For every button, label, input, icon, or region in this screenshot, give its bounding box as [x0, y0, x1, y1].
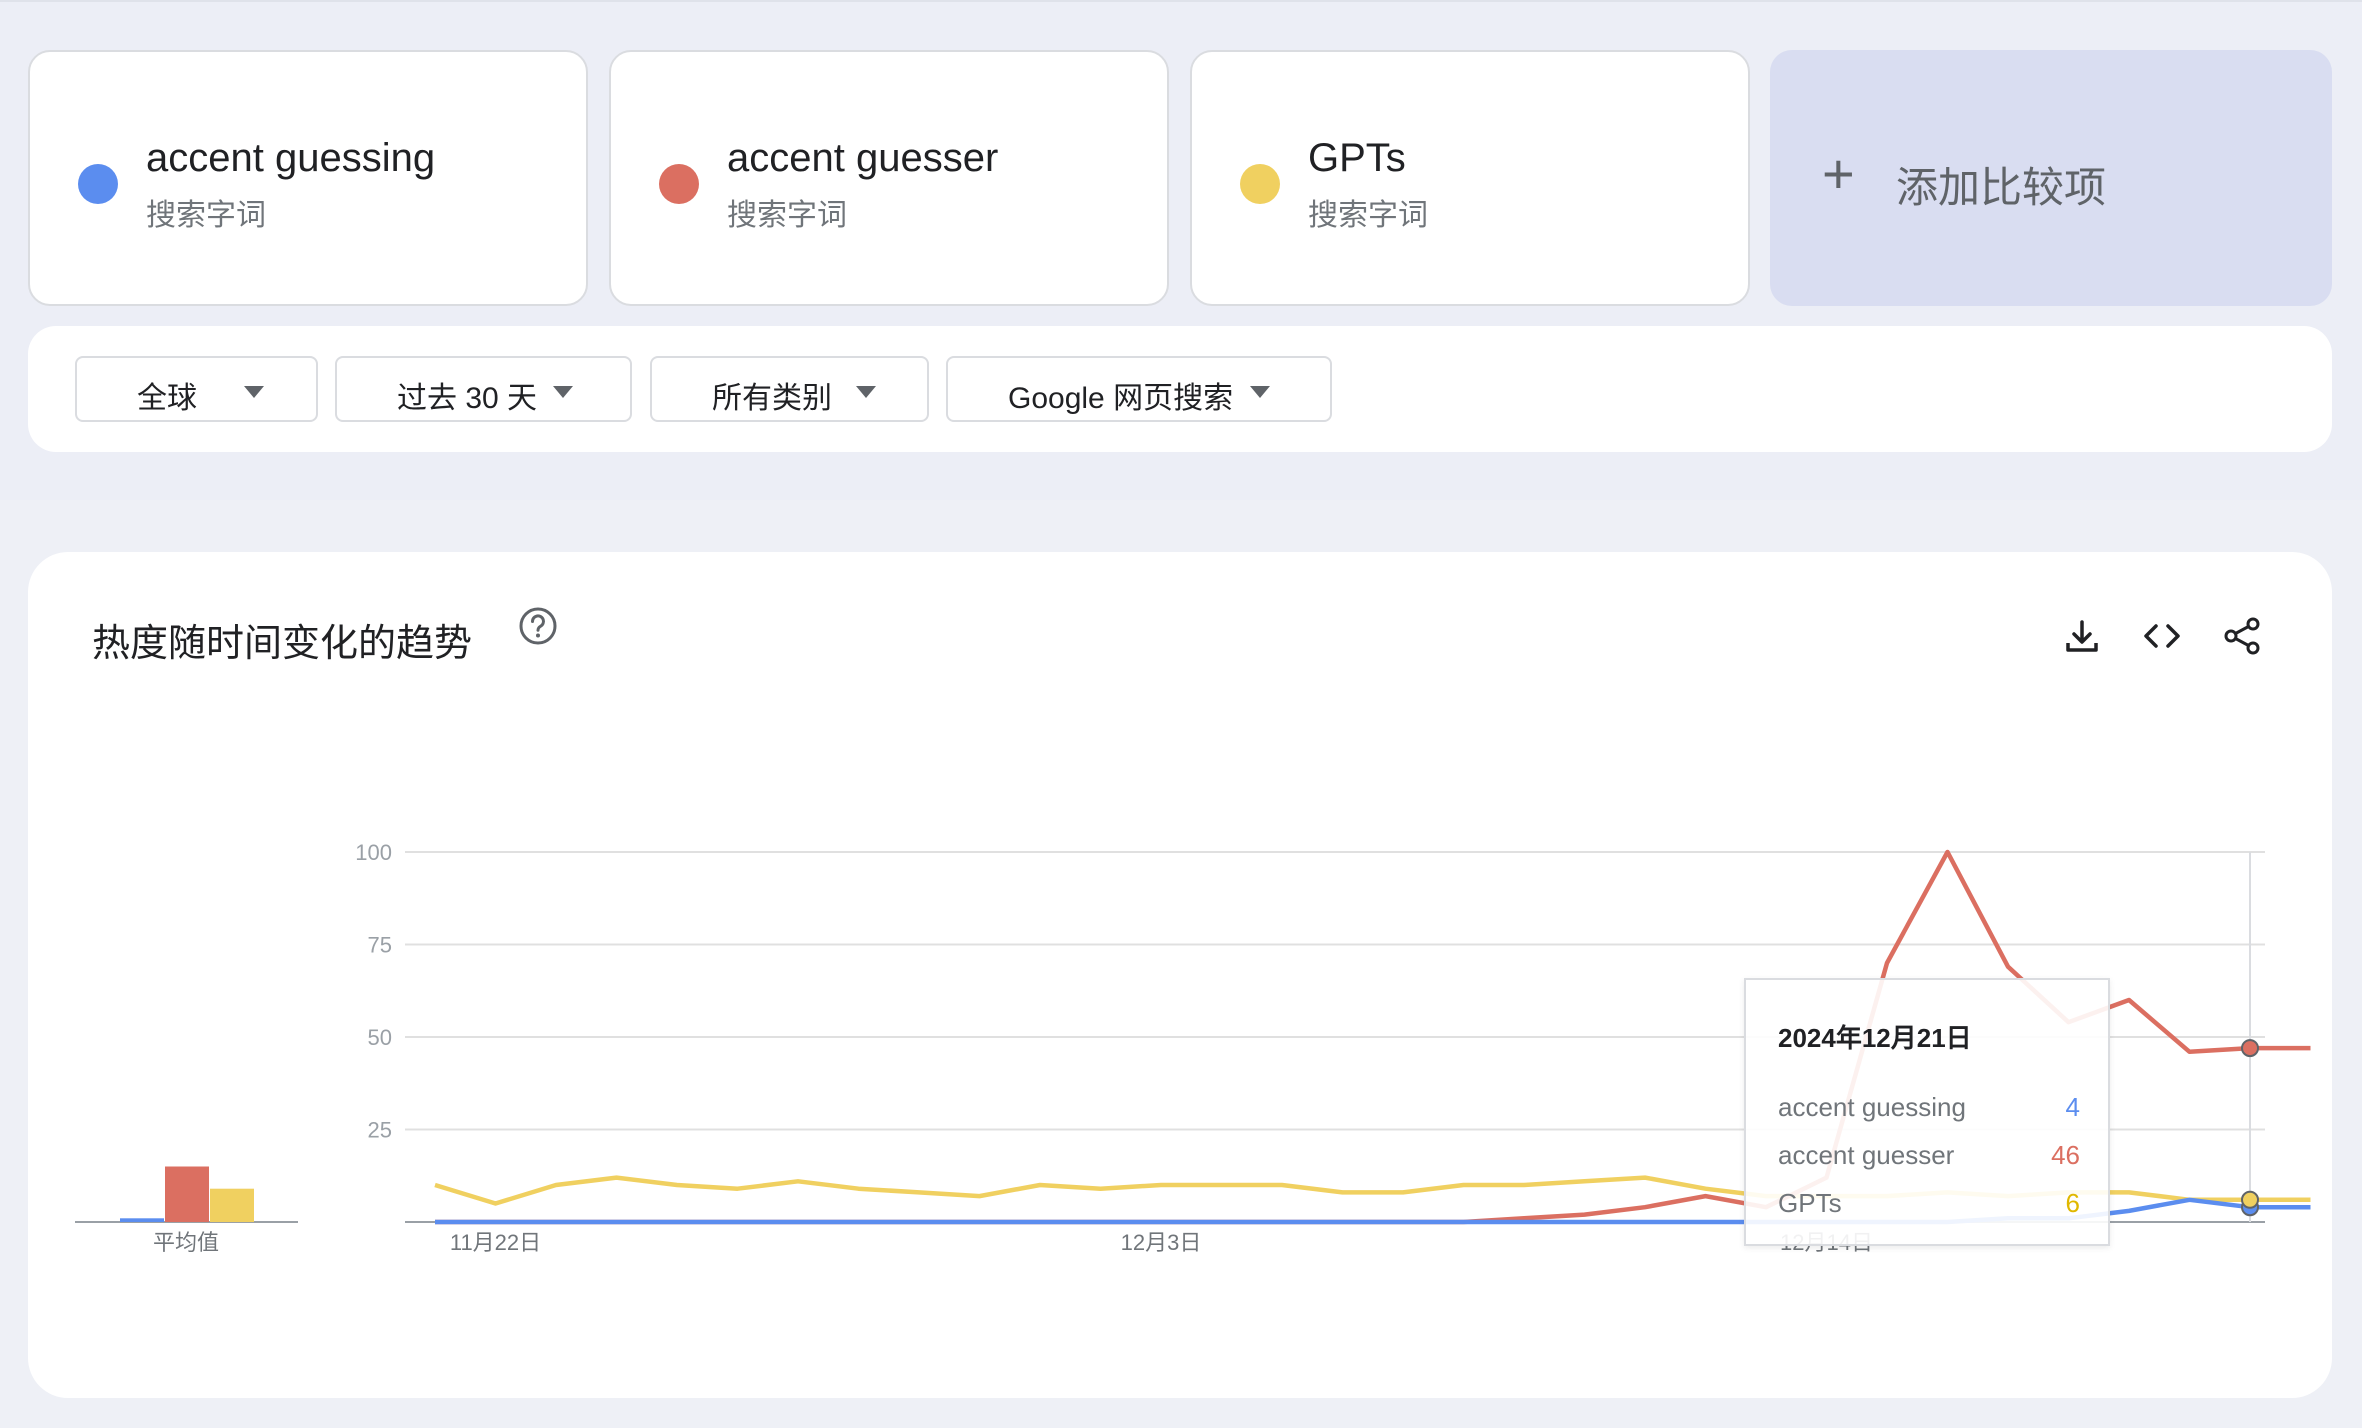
- y-tick-label: 100: [355, 840, 392, 865]
- tooltip-series-name: accent guesser: [1778, 1140, 1955, 1170]
- average-bar: [165, 1166, 209, 1222]
- chart-tooltip: 2024年12月21日 accent guessing 4 accent gue…: [1744, 978, 2110, 1246]
- tooltip-row: accent guesser 46: [1778, 1140, 2080, 1172]
- tooltip-series-value: 6: [2065, 1188, 2080, 1218]
- average-bar: [210, 1188, 254, 1222]
- hover-point: [2241, 1190, 2259, 1209]
- tooltip-series-value: 46: [2051, 1140, 2080, 1170]
- tooltip-row: accent guessing 4: [1778, 1092, 2080, 1124]
- tooltip-date: 2024年12月21日: [1778, 1023, 1972, 1053]
- y-tick-label: 25: [368, 1118, 392, 1143]
- tooltip-series-name: GPTs: [1778, 1188, 1842, 1218]
- y-tick-label: 75: [368, 933, 392, 958]
- average-bar: [120, 1218, 164, 1222]
- hover-point: [2241, 1039, 2259, 1058]
- tooltip-row: GPTs 6: [1778, 1188, 2080, 1220]
- x-tick-label: 11月22日: [450, 1230, 541, 1255]
- average-label: 平均值: [153, 1230, 219, 1255]
- tooltip-series-value: 4: [2065, 1092, 2080, 1122]
- tooltip-series-name: accent guessing: [1778, 1092, 1966, 1122]
- x-tick-label: 12月3日: [1121, 1230, 1202, 1255]
- y-tick-label: 50: [368, 1025, 392, 1050]
